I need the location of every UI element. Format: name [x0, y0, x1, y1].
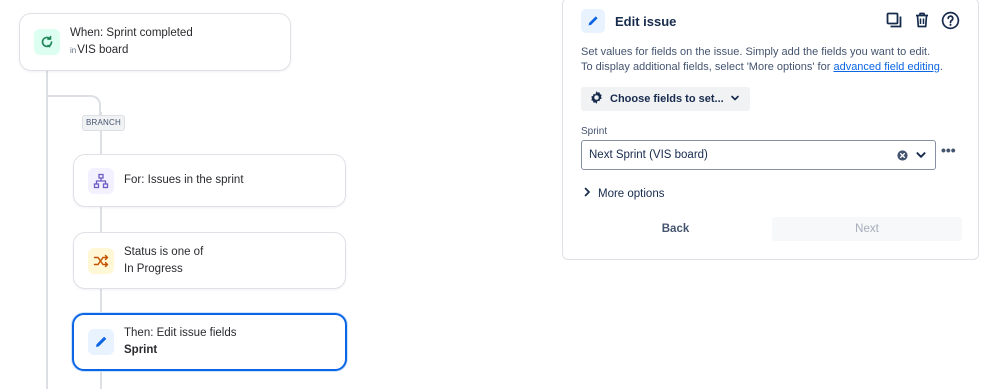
flow-connector-main [46, 70, 48, 389]
clear-icon[interactable] [896, 149, 909, 165]
choose-fields-label: Choose fields to set... [610, 93, 724, 105]
trash-icon[interactable] [912, 10, 932, 30]
sprint-select[interactable]: Next Sprint (VIS board) [581, 140, 936, 170]
panel-description: Set values for fields on the issue. Simp… [581, 45, 943, 75]
next-button[interactable]: Next [772, 217, 962, 241]
description-line-1: Set values for fields on the issue. Simp… [581, 46, 931, 58]
trigger-title: When: Sprint completed [70, 27, 193, 39]
condition-card[interactable]: Status is one of In Progress [73, 232, 346, 289]
description-line-2-end: . [939, 61, 943, 73]
action-value: Sprint [124, 344, 158, 356]
action-title: Then: Edit issue fields [124, 327, 237, 339]
chevron-right-icon [583, 187, 591, 200]
more-options-label: More options [598, 187, 665, 200]
panel-title: Edit issue [615, 13, 677, 29]
pencil-icon [581, 9, 605, 33]
sprint-select-value: Next Sprint (VIS board) [589, 149, 708, 161]
trigger-sub: VIS board [77, 44, 129, 56]
choose-fields-button[interactable]: Choose fields to set... [581, 87, 750, 111]
chevron-down-icon [730, 93, 740, 106]
action-card[interactable]: Then: Edit issue fields Sprint [72, 313, 347, 371]
edit-issue-panel: Edit issue Set values for fields on the … [562, 0, 979, 260]
more-actions-button[interactable]: ••• [941, 143, 956, 157]
sprint-field-label: Sprint [581, 126, 608, 137]
shuffle-icon [88, 247, 114, 274]
trigger-card[interactable]: When: Sprint completed inVIS board [19, 13, 291, 71]
back-button[interactable]: Back [581, 217, 770, 241]
description-line-2: To display additional fields, select 'Mo… [581, 61, 834, 73]
for-each-card[interactable]: For: Issues in the sprint [73, 154, 346, 207]
advanced-field-editing-link[interactable]: advanced field editing [833, 61, 939, 73]
gear-icon [589, 90, 604, 108]
copy-icon[interactable] [884, 10, 904, 30]
refresh-icon [34, 29, 60, 55]
branch-connector-curve [47, 95, 101, 117]
more-options-toggle[interactable]: More options [583, 187, 664, 200]
hierarchy-icon [88, 167, 114, 194]
condition-title: Status is one of [124, 245, 204, 258]
chevron-down-icon[interactable] [915, 149, 927, 164]
for-each-title: For: Issues in the sprint [124, 174, 244, 186]
help-icon[interactable] [940, 10, 960, 30]
condition-value: In Progress [124, 262, 183, 275]
pencil-icon [88, 329, 114, 355]
trigger-sub-prefix: in [70, 46, 77, 55]
branch-badge: BRANCH [82, 115, 125, 131]
